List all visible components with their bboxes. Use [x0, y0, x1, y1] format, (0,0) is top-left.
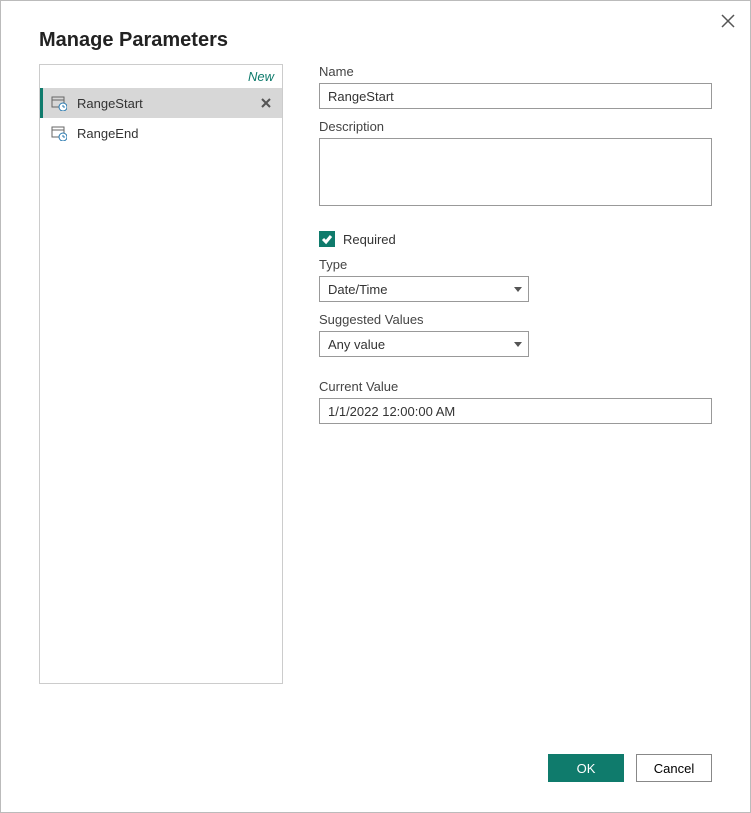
required-label: Required	[343, 232, 396, 247]
description-label: Description	[319, 119, 712, 134]
suggested-values-label: Suggested Values	[319, 312, 712, 327]
ok-button[interactable]: OK	[548, 754, 624, 782]
current-value-label: Current Value	[319, 379, 712, 394]
name-label: Name	[319, 64, 712, 79]
parameter-item-rangestart[interactable]: RangeStart	[40, 88, 282, 118]
type-select[interactable]: Date/Time	[319, 276, 529, 302]
parameter-form: Name Description Required Type Date/Time…	[319, 64, 712, 684]
suggested-values-select[interactable]: Any value	[319, 331, 529, 357]
close-icon[interactable]	[718, 11, 738, 31]
cancel-button[interactable]: Cancel	[636, 754, 712, 782]
delete-parameter-icon[interactable]	[258, 95, 274, 111]
required-checkbox[interactable]	[319, 231, 335, 247]
current-value-input[interactable]	[319, 398, 712, 424]
type-label: Type	[319, 257, 712, 272]
type-select-value: Date/Time	[328, 282, 514, 297]
name-input[interactable]	[319, 83, 712, 109]
parameter-item-label: RangeEnd	[77, 126, 274, 141]
parameter-icon	[51, 95, 67, 111]
manage-parameters-dialog: Manage Parameters New RangeStart	[0, 0, 751, 813]
suggested-values-select-value: Any value	[328, 337, 514, 352]
chevron-down-icon	[514, 287, 522, 292]
dialog-title: Manage Parameters	[1, 1, 750, 64]
description-input[interactable]	[319, 138, 712, 206]
parameter-item-label: RangeStart	[77, 96, 258, 111]
chevron-down-icon	[514, 342, 522, 347]
new-parameter-link[interactable]: New	[40, 65, 282, 88]
parameter-icon	[51, 125, 67, 141]
parameter-list: New RangeStart	[39, 64, 283, 684]
dialog-footer: OK Cancel	[548, 754, 712, 782]
parameter-item-rangeend[interactable]: RangeEnd	[40, 118, 282, 148]
